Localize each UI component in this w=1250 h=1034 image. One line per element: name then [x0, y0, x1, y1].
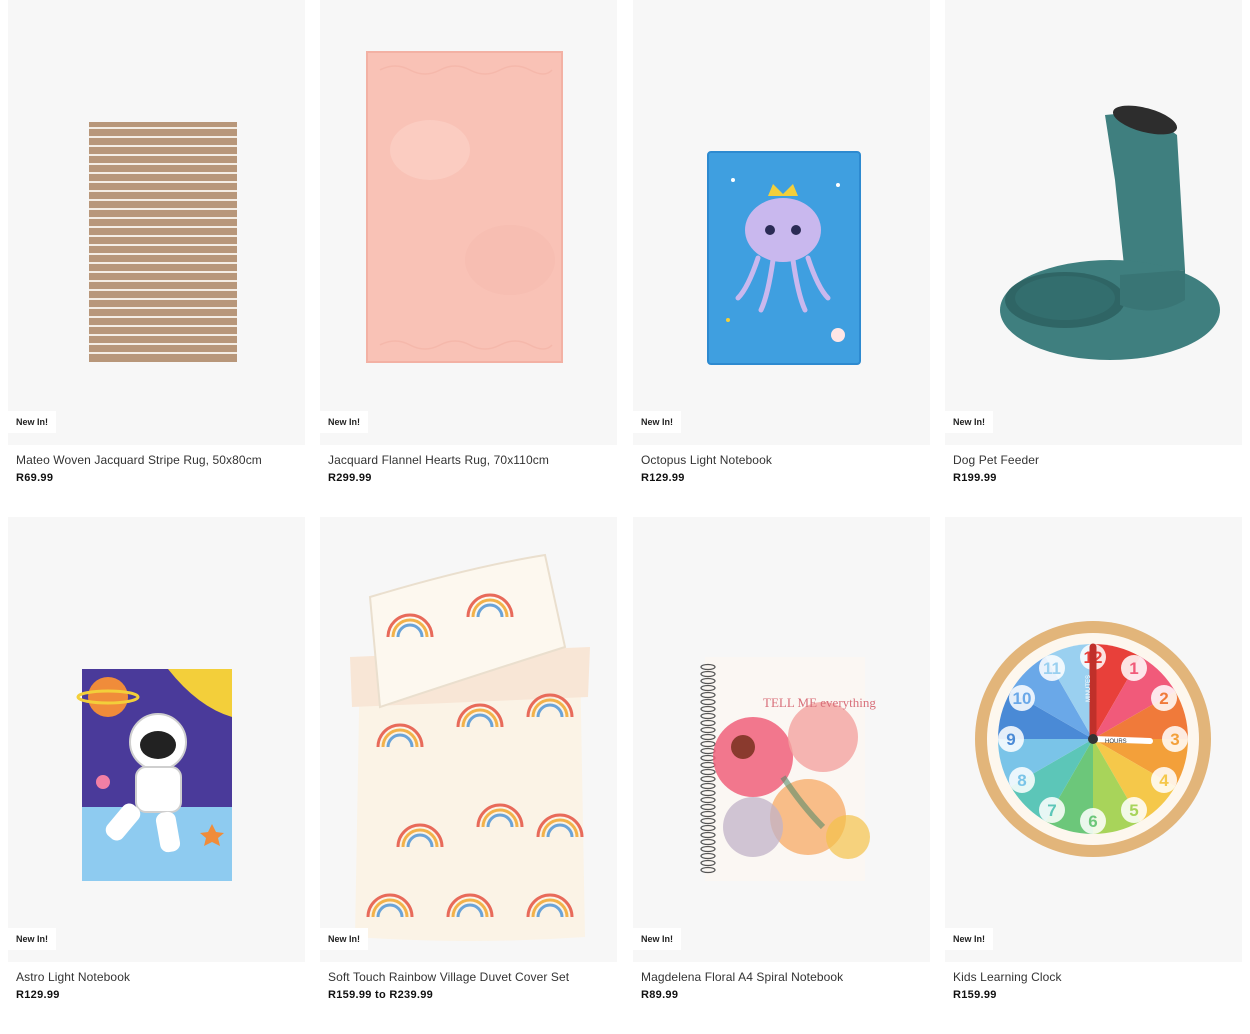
product-name[interactable]: Kids Learning Clock: [953, 970, 1062, 984]
product-image[interactable]: New In!: [320, 517, 617, 962]
rainbow-duvet-image: [350, 553, 590, 941]
product-price: R129.99: [641, 472, 685, 484]
new-in-badge: New In!: [945, 411, 994, 433]
product-image[interactable]: New In!: [633, 0, 930, 445]
product-price: R299.99: [328, 472, 372, 484]
striped-rug-image: [89, 122, 237, 362]
product-name[interactable]: Mateo Woven Jacquard Stripe Rug, 50x80cm: [16, 453, 262, 467]
product-name[interactable]: Jacquard Flannel Hearts Rug, 70x110cm: [328, 453, 549, 467]
product-grid: New In! Mateo Woven Jacquard Stripe Rug,…: [0, 0, 1250, 1034]
new-in-badge: New In!: [320, 928, 369, 950]
pink-rug-image: [366, 51, 563, 363]
clock-number: 6: [1088, 812, 1097, 831]
clock-number: 8: [1017, 771, 1026, 790]
product-name[interactable]: Astro Light Notebook: [16, 970, 130, 984]
clock-number: 9: [1006, 730, 1015, 749]
new-in-badge: New In!: [8, 411, 57, 433]
product-price: R159.99: [953, 989, 997, 1001]
new-in-badge: New In!: [945, 928, 994, 950]
product-image[interactable]: New In!: [8, 517, 305, 962]
minutes-hand-label: MINUTES: [1086, 675, 1092, 702]
product-price: R159.99 to R239.99: [328, 989, 434, 1001]
learning-clock-image: 121234567891011 MINUTES HOURS: [975, 621, 1211, 857]
floral-notebook-image: TELL ME everything: [700, 657, 876, 881]
product-name[interactable]: Octopus Light Notebook: [641, 453, 772, 467]
hours-hand-label: HOURS: [1105, 739, 1127, 745]
clock-number: 5: [1129, 801, 1138, 820]
pet-feeder-image: [1000, 105, 1220, 360]
product-name[interactable]: Soft Touch Rainbow Village Duvet Cover S…: [328, 970, 569, 984]
clock-number: 3: [1170, 730, 1179, 749]
product-image[interactable]: New In!: [320, 0, 617, 445]
clock-number: 4: [1159, 771, 1169, 790]
clock-number: 10: [1013, 689, 1032, 708]
new-in-badge: New In!: [633, 928, 682, 950]
new-in-badge: New In!: [320, 411, 369, 433]
octopus-notebook-image: [707, 151, 861, 365]
product-image[interactable]: New In!: [8, 0, 305, 445]
product-price: R199.99: [953, 472, 997, 484]
clock-number: 2: [1159, 689, 1168, 708]
product-image[interactable]: New In!: [945, 0, 1242, 445]
clock-number: 7: [1047, 801, 1056, 820]
product-price: R89.99: [641, 989, 679, 1001]
clock-number: 1: [1129, 659, 1138, 678]
product-image[interactable]: 121234567891011 MINUTES HOURS New In!: [945, 517, 1242, 962]
product-name[interactable]: Magdelena Floral A4 Spiral Notebook: [641, 970, 843, 984]
product-image[interactable]: TELL ME everything New In!: [633, 517, 930, 962]
new-in-badge: New In!: [633, 411, 682, 433]
astronaut-notebook-image: [76, 669, 232, 881]
notebook-cover-text: TELL ME everything: [763, 695, 876, 710]
product-price: R129.99: [16, 989, 60, 1001]
new-in-badge: New In!: [8, 928, 57, 950]
product-price: R69.99: [16, 472, 54, 484]
product-name[interactable]: Dog Pet Feeder: [953, 453, 1039, 467]
clock-number: 11: [1043, 659, 1061, 678]
